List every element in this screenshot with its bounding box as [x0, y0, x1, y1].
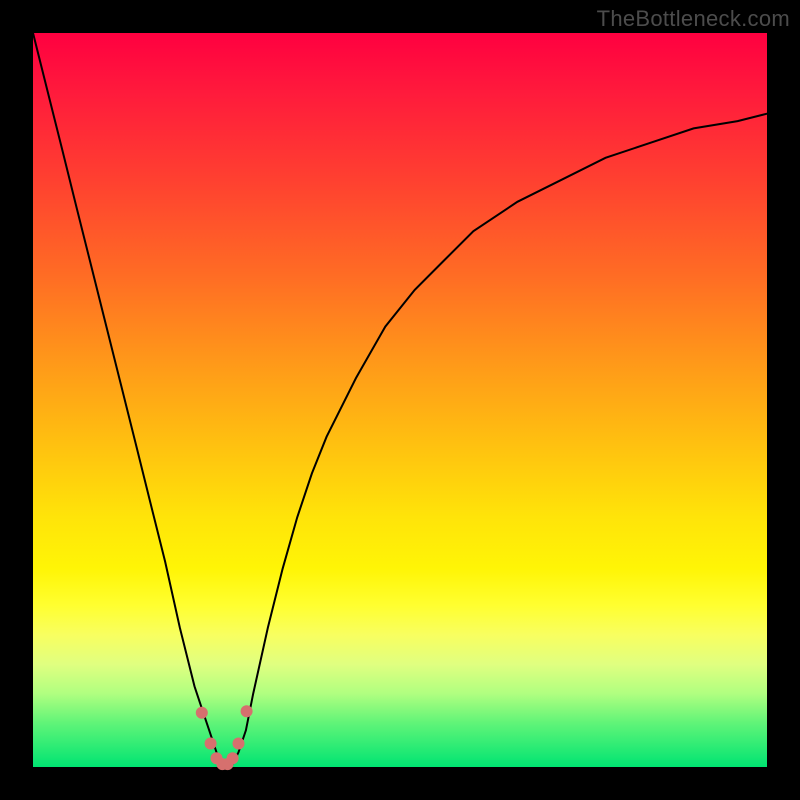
bottleneck-curve [33, 33, 767, 767]
valley-dot [196, 707, 208, 719]
valley-dot [241, 705, 253, 717]
curve-path [33, 33, 767, 767]
valley-dot [233, 738, 245, 750]
watermark-text: TheBottleneck.com [597, 6, 790, 32]
valley-dot [205, 738, 217, 750]
valley-dot [227, 752, 239, 764]
chart-frame: TheBottleneck.com [0, 0, 800, 800]
plot-area [33, 33, 767, 767]
